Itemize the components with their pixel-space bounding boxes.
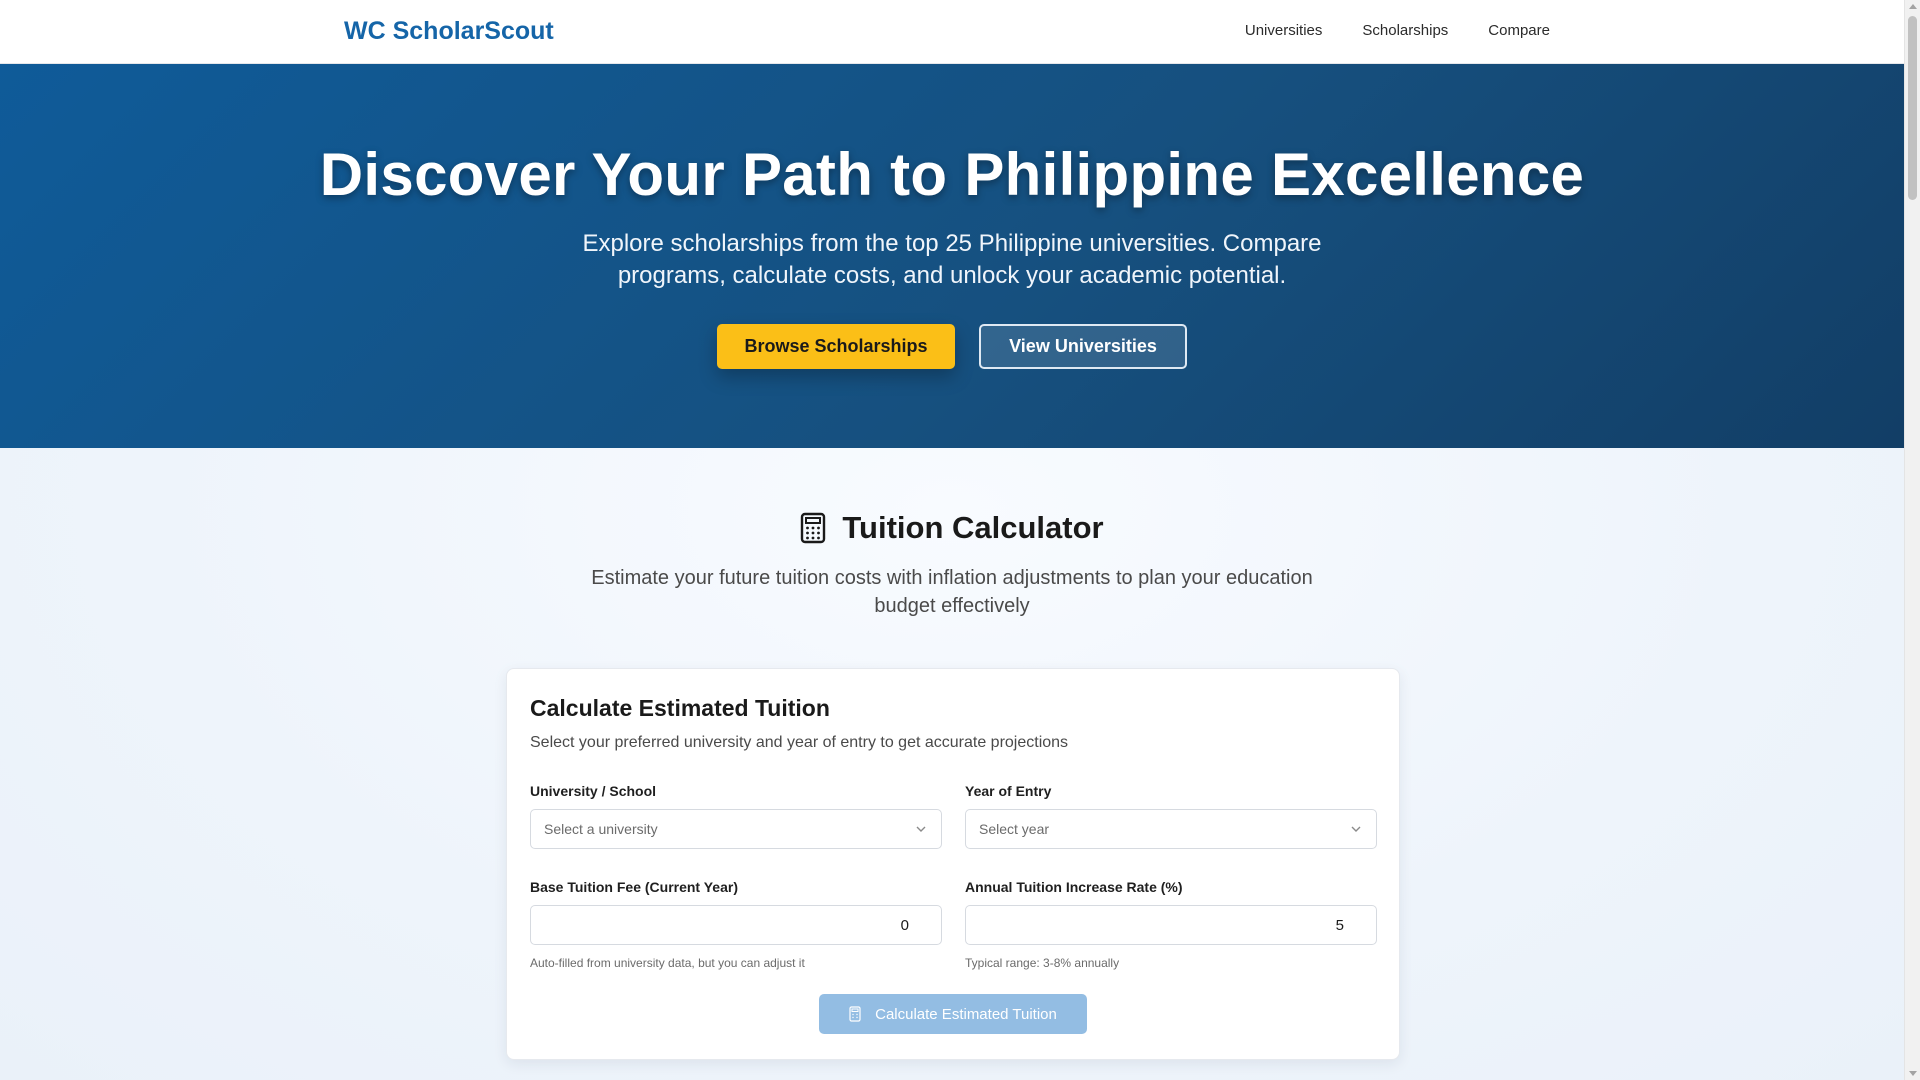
- rate-label: Annual Tuition Increase Rate (%): [965, 879, 1183, 895]
- section-title: Tuition Calculator: [842, 510, 1104, 545]
- calculate-tuition-label: Calculate Estimated Tuition: [875, 1005, 1057, 1023]
- rate-input[interactable]: [965, 905, 1377, 945]
- base-fee-input[interactable]: [530, 905, 942, 945]
- year-select-placeholder: Select year: [979, 821, 1050, 837]
- year-select[interactable]: Select year: [965, 809, 1377, 849]
- page-scrollbar[interactable]: [1904, 0, 1920, 1080]
- view-universities-button[interactable]: View Universities: [979, 324, 1187, 369]
- section-heading: Tuition Calculator: [0, 510, 1904, 546]
- rate-hint: Typical range: 3-8% annually: [965, 956, 1120, 970]
- main-nav: Universities Scholarships Compare: [1245, 22, 1550, 39]
- brand-logo[interactable]: WC ScholarScout: [344, 17, 554, 46]
- chevron-down-icon: [1351, 826, 1361, 832]
- tuition-calculator-section: Tuition Calculator Estimate your future …: [0, 448, 1904, 1080]
- hero-subtitle: Explore scholarships from the top 25 Phi…: [582, 230, 1322, 289]
- university-select[interactable]: Select a university: [530, 809, 942, 849]
- chevron-down-icon: [916, 826, 926, 832]
- hero-title: Discover Your Path to Philippine Excelle…: [319, 141, 1585, 208]
- scroll-down-arrow-icon[interactable]: [1909, 1071, 1917, 1076]
- section-subtitle: Estimate your future tuition costs with …: [591, 567, 1313, 617]
- calculator-icon: [849, 1006, 861, 1022]
- site-header: WC ScholarScout Universities Scholarship…: [0, 0, 1904, 64]
- hero-actions: Browse Scholarships View Universities: [0, 324, 1904, 369]
- base-fee-label: Base Tuition Fee (Current Year): [530, 879, 738, 895]
- calculator-card: Calculate Estimated Tuition Select your …: [506, 668, 1400, 1060]
- scroll-up-arrow-icon[interactable]: [1909, 4, 1917, 9]
- nav-compare[interactable]: Compare: [1488, 22, 1550, 39]
- university-label: University / School: [530, 783, 657, 799]
- calculate-tuition-button[interactable]: Calculate Estimated Tuition: [819, 994, 1087, 1034]
- nav-universities[interactable]: Universities: [1245, 22, 1323, 39]
- hero-section: Discover Your Path to Philippine Excelle…: [0, 64, 1904, 448]
- calculator-icon: [801, 512, 826, 544]
- browse-scholarships-button[interactable]: Browse Scholarships: [717, 324, 955, 369]
- base-fee-hint: Auto-filled from university data, but yo…: [530, 956, 805, 970]
- card-title: Calculate Estimated Tuition: [530, 695, 830, 721]
- nav-scholarships[interactable]: Scholarships: [1362, 22, 1448, 39]
- university-select-placeholder: Select a university: [544, 821, 658, 837]
- year-label: Year of Entry: [965, 783, 1052, 799]
- card-subtitle: Select your preferred university and yea…: [530, 734, 1069, 751]
- scrollbar-thumb[interactable]: [1908, 16, 1917, 200]
